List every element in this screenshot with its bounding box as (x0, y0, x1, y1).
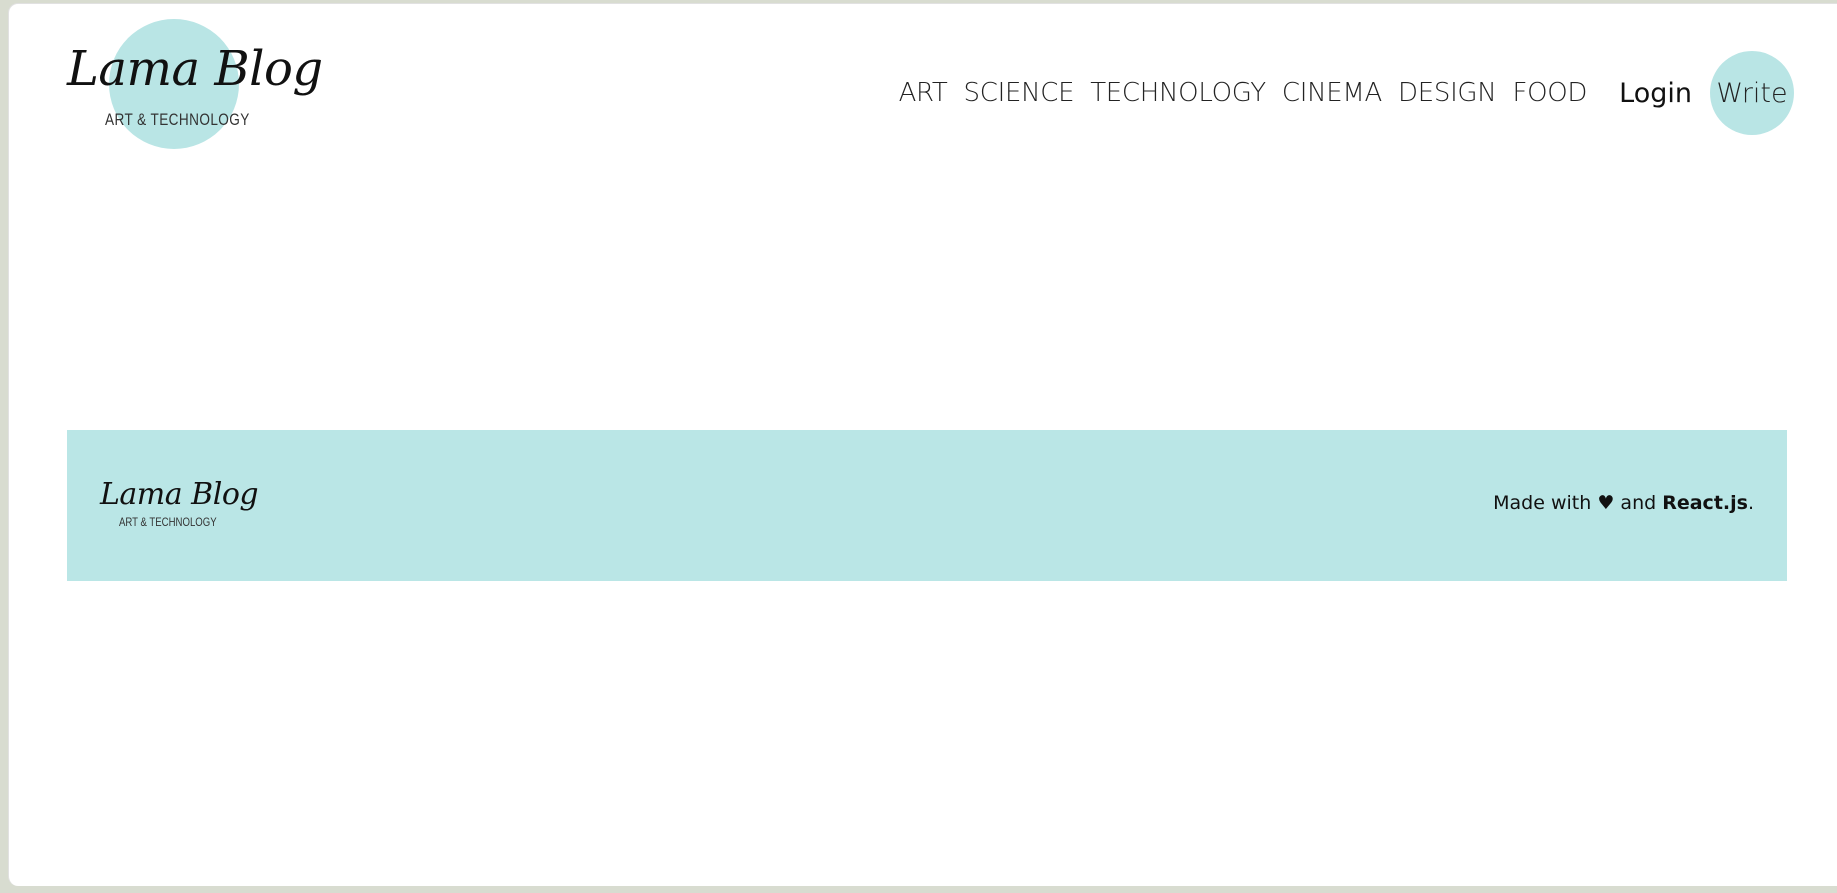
site-logo[interactable]: Lama Blog ART & TECHNOLOGY (67, 19, 323, 159)
footer-logo[interactable]: Lama Blog ART & TECHNOLOGY (100, 478, 259, 538)
footer-logo-title: Lama Blog (100, 477, 259, 512)
login-link[interactable]: Login (1619, 78, 1692, 109)
footer-framework: React.js (1662, 492, 1748, 514)
nav-link-cinema[interactable]: CINEMA (1282, 78, 1382, 108)
footer-and: and (1620, 492, 1657, 514)
browser-viewport: Lama Blog ART & TECHNOLOGY ART SCIENCE T… (8, 3, 1837, 886)
heart-icon: ♥ (1597, 492, 1615, 514)
nav-link-art[interactable]: ART (899, 78, 948, 108)
main-nav: ART SCIENCE TECHNOLOGY CINEMA DESIGN FOO… (883, 48, 1794, 138)
logo-title: Lama Blog (67, 41, 323, 97)
footer-credit: Made with ♥ and React.js. (1493, 492, 1754, 514)
footer-logo-subtitle: ART & TECHNOLOGY (119, 515, 217, 529)
nav-link-technology[interactable]: TECHNOLOGY (1090, 78, 1266, 108)
footer-made-with: Made with (1493, 492, 1592, 514)
footer-suffix: . (1747, 492, 1754, 514)
nav-link-design[interactable]: DESIGN (1398, 78, 1497, 108)
write-button[interactable]: Write (1710, 51, 1794, 135)
logo-subtitle: ART & TECHNOLOGY (105, 110, 250, 129)
nav-link-food[interactable]: FOOD (1512, 78, 1587, 108)
write-button-label: Write (1716, 77, 1788, 109)
site-footer: Lama Blog ART & TECHNOLOGY Made with ♥ a… (67, 430, 1787, 581)
nav-link-science[interactable]: SCIENCE (964, 78, 1075, 108)
